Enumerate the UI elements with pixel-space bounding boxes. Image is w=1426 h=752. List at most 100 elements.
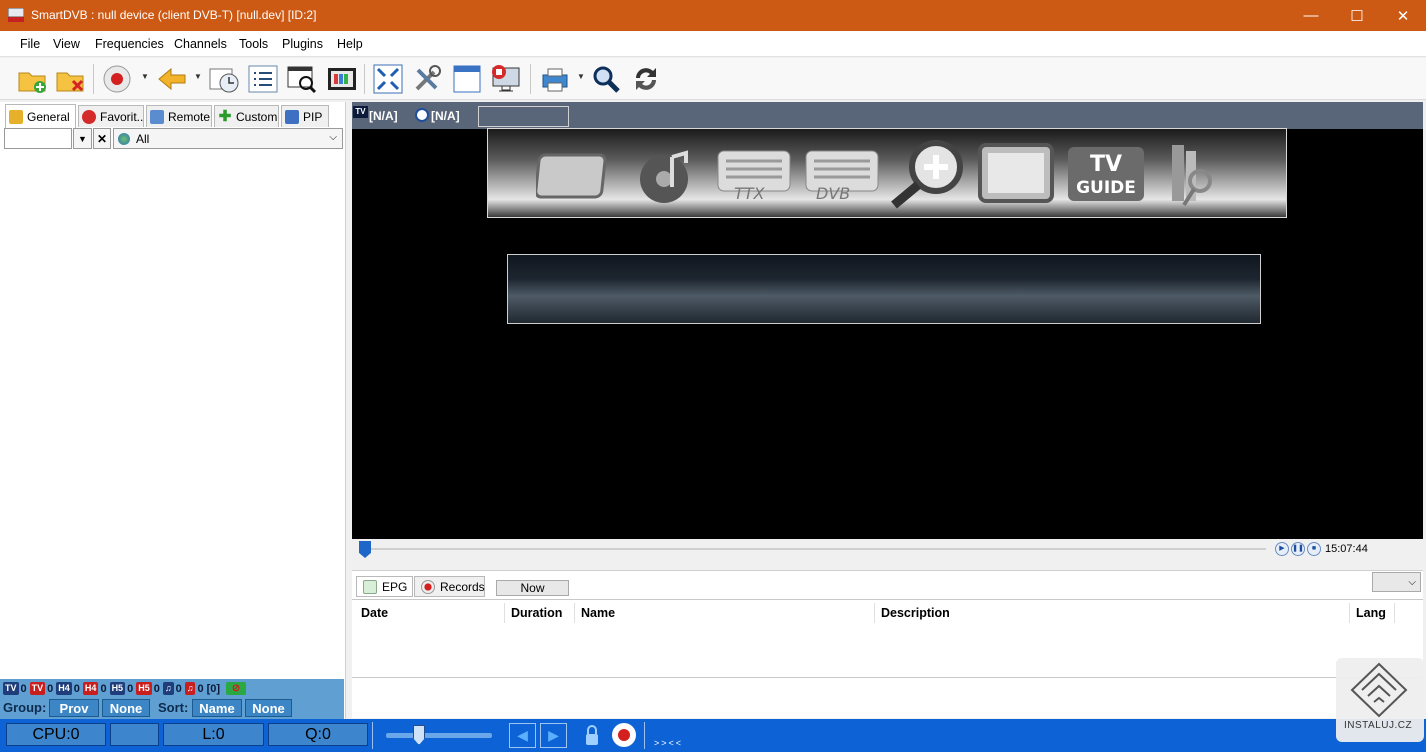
tab-pip[interactable]: PIP bbox=[281, 105, 329, 127]
stop-icon[interactable]: ■ bbox=[1307, 542, 1321, 556]
teletext-icon[interactable]: TTX bbox=[714, 145, 794, 205]
search-button[interactable] bbox=[589, 62, 623, 96]
record-icon bbox=[103, 65, 131, 93]
blank-indicator bbox=[110, 723, 159, 746]
zoom-in-icon[interactable] bbox=[886, 139, 972, 211]
channel-type-count: 0 bbox=[153, 682, 160, 695]
tab-label: EPG bbox=[382, 579, 408, 594]
minimize-button[interactable]: — bbox=[1288, 0, 1334, 31]
toolbar: ▼ ▼ ▼ bbox=[0, 58, 1426, 100]
monitor-record-icon bbox=[492, 65, 520, 92]
monitor-icon[interactable] bbox=[976, 141, 1056, 207]
record-button[interactable] bbox=[100, 62, 134, 96]
pip-icon bbox=[285, 109, 299, 124]
scope-select[interactable]: All ⌵ bbox=[113, 128, 343, 149]
volume-handle[interactable] bbox=[413, 725, 425, 745]
tab-general[interactable]: General bbox=[5, 104, 76, 128]
clear-filter-button[interactable]: ✕ bbox=[93, 128, 111, 149]
channel-type-count: 0 bbox=[127, 682, 134, 695]
refresh-button[interactable] bbox=[629, 62, 663, 96]
video-header: TV [N/A] [N/A] bbox=[352, 102, 1423, 129]
sort-none-button[interactable]: None bbox=[245, 699, 292, 717]
tab-label: Remote bbox=[168, 109, 211, 124]
back-button[interactable] bbox=[155, 62, 189, 96]
radio-icon bbox=[415, 108, 429, 122]
scope-value: All bbox=[136, 131, 150, 146]
seek-bar-row: ▶ ❚❚ ■ 15:07:44 bbox=[352, 539, 1423, 561]
tab-epg[interactable]: EPG bbox=[356, 576, 413, 597]
record-dropdown-icon[interactable]: ▼ bbox=[141, 72, 149, 81]
screen-record-button[interactable] bbox=[489, 62, 523, 96]
tab-custom[interactable]: ✚ Custom bbox=[214, 105, 279, 127]
group-prov-button[interactable]: Prov bbox=[49, 699, 99, 717]
back-dropdown-icon[interactable]: ▼ bbox=[194, 72, 202, 81]
sort-name-button[interactable]: Name bbox=[192, 699, 242, 717]
tab-remote[interactable]: Remote bbox=[146, 105, 212, 127]
open-folder-button[interactable] bbox=[15, 62, 49, 96]
channel-list-button[interactable] bbox=[246, 62, 280, 96]
menu-plugins[interactable]: Plugins bbox=[282, 37, 323, 51]
fullscreen-button[interactable] bbox=[371, 62, 405, 96]
col-name[interactable]: Name bbox=[575, 603, 875, 623]
dvb-icon[interactable]: DVB bbox=[802, 145, 882, 205]
filter-row: ▼ ✕ All ⌵ bbox=[2, 128, 344, 150]
menu-frequencies[interactable]: Frequencies bbox=[95, 37, 164, 51]
tv-screen-icon[interactable] bbox=[536, 151, 610, 201]
folder-add-icon bbox=[18, 72, 46, 93]
maximize-button[interactable]: ☐ bbox=[1334, 0, 1380, 31]
group-none-button[interactable]: None bbox=[102, 699, 150, 717]
watermark-text: INSTALUJ.CZ bbox=[1344, 720, 1413, 731]
remove-folder-button[interactable] bbox=[53, 62, 87, 96]
next-channel-icon[interactable]: ▶ bbox=[540, 723, 567, 748]
close-button[interactable]: ✕ bbox=[1380, 0, 1426, 31]
previous-channel-icon[interactable]: ◀ bbox=[509, 723, 536, 748]
tv-channel-label: [N/A] bbox=[369, 109, 398, 123]
epg-panel: EPG Records Now ⌵ Date Duration Name Des… bbox=[352, 570, 1423, 718]
fullscreen-icon bbox=[373, 64, 403, 94]
tv-guide-icon[interactable]: TVGUIDE bbox=[1066, 143, 1146, 205]
capture-button[interactable] bbox=[325, 62, 359, 96]
lock-icon[interactable] bbox=[584, 724, 600, 746]
col-lang[interactable]: Lang bbox=[1350, 603, 1395, 623]
hidden-channels-icon[interactable]: ⊘ bbox=[226, 682, 247, 695]
now-button[interactable]: Now bbox=[496, 580, 569, 596]
menu-channels[interactable]: Channels bbox=[174, 37, 227, 51]
scheduler-button[interactable] bbox=[207, 62, 241, 96]
play-icon[interactable]: ▶ bbox=[1275, 542, 1289, 556]
epg-filter-select[interactable]: ⌵ bbox=[1372, 572, 1421, 592]
folder-remove-icon bbox=[56, 72, 84, 92]
toolbar-separator bbox=[530, 64, 531, 94]
level-indicator: L:0 bbox=[163, 723, 264, 746]
watermark-logo-icon bbox=[1350, 662, 1408, 718]
tab-label: Custom bbox=[236, 109, 278, 124]
menu-tools[interactable]: Tools bbox=[239, 37, 268, 51]
tab-favorites[interactable]: Favorit... bbox=[78, 105, 144, 127]
epg-icon bbox=[363, 579, 377, 594]
tab-records[interactable]: Records bbox=[414, 576, 485, 597]
channel-search-input[interactable] bbox=[4, 128, 72, 149]
col-duration[interactable]: Duration bbox=[505, 603, 575, 623]
pause-icon[interactable]: ❚❚ bbox=[1291, 542, 1305, 556]
channel-type-badge: TV bbox=[29, 682, 46, 695]
print-dropdown-icon[interactable]: ▼ bbox=[577, 72, 585, 81]
browser-search-button[interactable] bbox=[285, 62, 319, 96]
menu-help[interactable]: Help bbox=[337, 37, 363, 51]
seek-handle[interactable] bbox=[359, 541, 371, 558]
print-button[interactable] bbox=[538, 62, 572, 96]
col-description[interactable]: Description bbox=[875, 603, 1350, 623]
channel-type-count: 0 bbox=[73, 682, 80, 695]
record-icon[interactable] bbox=[612, 723, 636, 747]
col-date[interactable]: Date bbox=[355, 603, 505, 623]
seek-track[interactable] bbox=[360, 548, 1266, 550]
menu-view[interactable]: View bbox=[53, 37, 80, 51]
volume-slider[interactable] bbox=[386, 733, 492, 738]
menu-file[interactable]: File bbox=[20, 37, 40, 51]
bottom-status-bar: CPU:0 L:0 Q:0 ◀ ▶ >><< bbox=[0, 719, 1426, 752]
tools-button[interactable] bbox=[410, 62, 444, 96]
search-dropdown-icon[interactable]: ▼ bbox=[73, 128, 92, 149]
window-button[interactable] bbox=[450, 62, 484, 96]
settings-tools-icon[interactable] bbox=[1160, 137, 1224, 211]
music-icon[interactable] bbox=[636, 147, 696, 205]
group-label: Group: bbox=[3, 700, 47, 715]
channel-type-count: 0 bbox=[175, 682, 182, 695]
